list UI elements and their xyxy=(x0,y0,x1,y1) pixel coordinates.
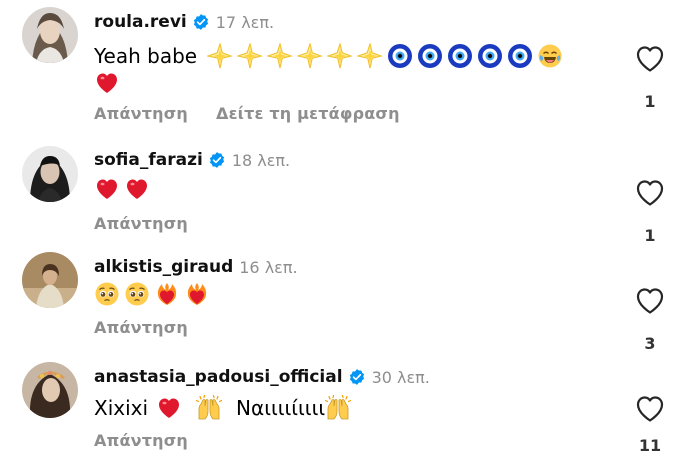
comment-text-part-2: Ναιιιιίιιιι xyxy=(236,396,326,420)
nazar-amulet-icon xyxy=(477,43,503,69)
red-heart-icon xyxy=(124,176,150,202)
comment-header: anastasia_padousi_official 30 λεπ. xyxy=(94,367,430,387)
like-heart-icon[interactable] xyxy=(635,178,665,208)
comment-text xyxy=(94,176,574,202)
comment-text-prefix: Yeah babe xyxy=(94,44,198,68)
comment-actions: Απάντηση xyxy=(94,431,188,450)
raising-hands-icon xyxy=(325,395,351,421)
nazar-amulet-icon xyxy=(417,43,443,69)
reply-button[interactable]: Απάντηση xyxy=(94,104,188,123)
nazar-amulet-icon xyxy=(387,43,413,69)
like-count[interactable]: 1 xyxy=(632,92,668,111)
like-count[interactable]: 11 xyxy=(632,436,668,455)
heart-on-fire-icon xyxy=(184,281,210,307)
comment-header: roula.revi 17 λεπ. xyxy=(94,12,274,32)
comment-header: alkistis_giraud 16 λεπ. xyxy=(94,257,298,277)
tears-of-joy-icon xyxy=(537,43,563,69)
see-translation-button[interactable]: Δείτε τη μετάφραση xyxy=(216,104,400,123)
nazar-amulet-icon xyxy=(447,43,473,69)
comment-text: Xixixi Ναιιιιίιιιι xyxy=(94,394,574,422)
like-control: 1 xyxy=(632,44,668,111)
verified-badge-icon xyxy=(348,368,366,386)
verified-badge-icon xyxy=(192,13,210,31)
raising-hands-icon xyxy=(196,395,222,421)
glowing-star-icon xyxy=(357,43,383,69)
like-control: 1 xyxy=(632,178,668,245)
like-control: 11 xyxy=(632,394,668,455)
nazar-amulet-icon xyxy=(507,43,533,69)
timestamp: 18 λεπ. xyxy=(231,150,291,170)
like-heart-icon[interactable] xyxy=(635,44,665,74)
username[interactable]: anastasia_padousi_official xyxy=(94,367,343,387)
comment-actions: Απάντηση Δείτε τη μετάφραση xyxy=(94,104,400,123)
like-heart-icon[interactable] xyxy=(635,286,665,316)
avatar[interactable] xyxy=(22,362,78,418)
glowing-star-icon xyxy=(267,43,293,69)
like-count[interactable]: 1 xyxy=(632,226,668,245)
like-heart-icon[interactable] xyxy=(635,394,665,424)
red-heart-icon xyxy=(94,70,120,96)
red-heart-icon xyxy=(156,395,182,421)
reply-button[interactable]: Απάντηση xyxy=(94,214,188,233)
avatar[interactable] xyxy=(22,252,78,308)
glowing-star-icon xyxy=(327,43,353,69)
comment-text xyxy=(94,281,574,307)
like-control: 3 xyxy=(632,286,668,353)
timestamp: 17 λεπ. xyxy=(215,12,275,32)
glowing-star-icon xyxy=(237,43,263,69)
heart-on-fire-icon xyxy=(154,281,180,307)
red-heart-icon xyxy=(94,176,120,202)
comment-actions: Απάντηση xyxy=(94,214,188,233)
reply-button[interactable]: Απάντηση xyxy=(94,318,188,337)
glowing-star-icon xyxy=(297,43,323,69)
comment-text-part-1: Xixixi xyxy=(94,396,149,420)
verified-badge-icon xyxy=(208,151,226,169)
pleading-face-icon xyxy=(124,281,150,307)
timestamp: 16 λεπ. xyxy=(239,257,298,277)
timestamp: 30 λεπ. xyxy=(371,367,430,387)
username[interactable]: roula.revi xyxy=(94,12,187,32)
reply-button[interactable]: Απάντηση xyxy=(94,431,188,450)
like-count[interactable]: 3 xyxy=(632,334,668,353)
username[interactable]: alkistis_giraud xyxy=(94,257,233,277)
username[interactable]: sofia_farazi xyxy=(94,150,203,170)
avatar[interactable] xyxy=(22,7,78,63)
comment-header: sofia_farazi 18 λεπ. xyxy=(94,150,290,170)
avatar[interactable] xyxy=(22,146,78,202)
comment-actions: Απάντηση xyxy=(94,318,188,337)
comment-text: Yeah babe xyxy=(94,42,574,96)
glowing-star-icon xyxy=(207,43,233,69)
pleading-face-icon xyxy=(94,281,120,307)
